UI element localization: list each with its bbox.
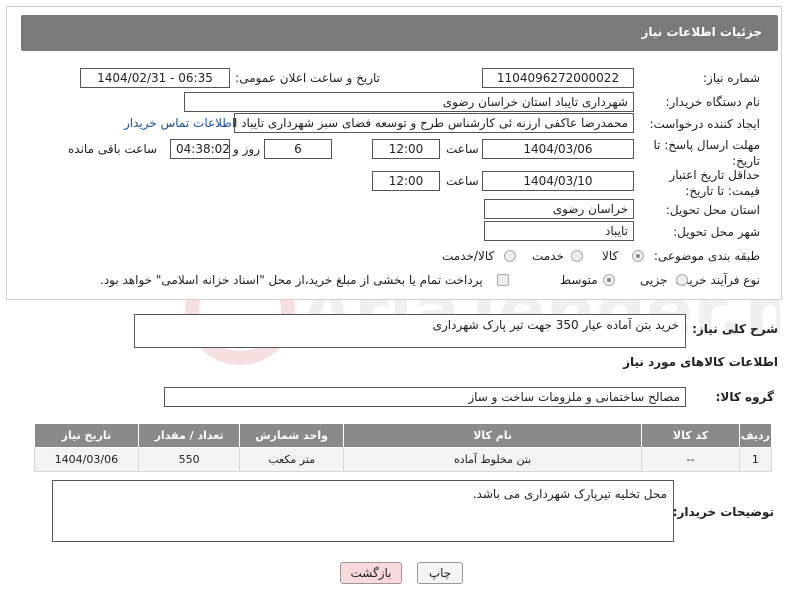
need-number-field[interactable]: 1104096272000022 [482,68,634,88]
days-field[interactable]: 6 [264,139,332,159]
goods-name-cell: بتن مخلوط آماده [342,447,643,472]
goods-table-header: ردیف کد کالا نام کالا واحد شمارش تعداد /… [34,423,773,448]
province-field[interactable]: خراسان رضوی [484,199,634,219]
print-button[interactable]: چاپ [417,562,463,584]
category-goods-service-label: کالا/خدمت [442,249,495,263]
category-service-radio[interactable] [571,250,583,262]
unit-cell: متر مکعب [239,447,344,472]
buyer-org-field[interactable]: شهرداری تایباد استان خراسان رضوی [184,92,634,112]
treasury-payment-checkbox[interactable] [497,274,509,286]
buyer-notes-label: توضیحات خریدار: [672,505,774,519]
goods-info-title: اطلاعات کالاهای مورد نیاز [623,355,778,369]
deadline-label: مهلت ارسال پاسخ: تا تاریخ: [653,138,760,168]
goods-group-label: گروه کالا: [715,390,774,404]
col-date-header: تاریخ نیاز [34,423,139,448]
creator-label: ایجاد کننده درخواست: [649,117,760,131]
panel-title: جزئیات اطلاعات نیاز [641,25,762,39]
deadline-time-field[interactable]: 12:00 [372,139,440,159]
summary-label: شرح کلی نیاز: [692,322,778,336]
col-row-header: ردیف [738,423,773,448]
buyer-notes-textarea[interactable]: محل تخلیه تیرپارک شهرداری می باشد. [52,480,674,542]
category-goods-label: کالا [602,249,619,263]
summary-text: خرید بتن آماده عیار 350 جهت تیر پارک شهر… [432,318,679,332]
need-date-cell: 1404/03/06 [34,447,139,472]
quantity-cell: 550 [137,447,241,472]
price-valid-date-field[interactable]: 1404/03/10 [482,171,634,191]
category-goods-radio[interactable] [632,250,644,262]
row-number-cell: 1 [738,447,773,472]
category-goods-service-radio[interactable] [504,250,516,262]
deadline-time-label: ساعت [446,142,479,156]
process-minor-radio[interactable] [676,274,688,286]
announce-label: تاریخ و ساعت اعلان عمومی: [235,71,380,85]
price-valid-label: حداقل تاریخ اعتبار قیمت: تا تاریخ: [669,168,760,198]
city-label: شهر محل تحویل: [673,225,760,239]
need-number-label: شماره نیاز: [703,71,760,85]
panel-header: جزئیات اطلاعات نیاز [21,15,778,51]
city-field[interactable]: تایباد [484,221,634,241]
col-code-header: کد کالا [641,423,740,448]
treasury-payment-note: پرداخت تمام یا بخشی از مبلغ خرید،از محل … [100,273,483,287]
province-label: استان محل تحویل: [665,203,760,217]
buyer-notes-text: محل تخلیه تیرپارک شهرداری می باشد. [472,487,667,501]
price-valid-time-field[interactable]: 12:00 [372,171,440,191]
days-label: روز و [233,142,260,156]
buyer-org-label: نام دستگاه خریدار: [665,95,761,109]
buyer-contact-link[interactable]: اطلاعات تماس خریدار [124,116,235,130]
col-unit-header: واحد شمارش [239,423,344,448]
category-label: طبقه بندی موضوعی: [653,249,760,263]
goods-code-cell: -- [641,447,740,472]
col-name-header: نام کالا [342,423,643,448]
back-button[interactable]: بازگشت [340,562,402,584]
remaining-label: ساعت باقی مانده [68,142,158,156]
deadline-date-field[interactable]: 1404/03/06 [482,139,634,159]
creator-field[interactable]: محمدرضا عاکفی ارزنه ئی کارشناس طرح و توس… [234,113,634,133]
goods-group-field[interactable]: مصالح ساختمانی و ملزومات ساخت و ساز [164,387,686,407]
process-medium-radio[interactable] [603,274,615,286]
summary-textarea[interactable]: خرید بتن آماده عیار 350 جهت تیر پارک شهر… [134,314,686,348]
process-minor-label: جزیی [640,273,668,287]
remaining-time-field[interactable]: 04:38:02 [170,139,230,159]
process-medium-label: متوسط [560,273,598,287]
col-qty-header: تعداد / مقدار [137,423,241,448]
announce-datetime-field[interactable]: 1404/02/31 - 06:35 [80,68,230,88]
table-row[interactable]: 1 -- بتن مخلوط آماده متر مکعب 550 1404/0… [34,447,773,472]
category-service-label: خدمت [532,249,564,263]
goods-table: ردیف کد کالا نام کالا واحد شمارش تعداد /… [34,423,773,472]
price-valid-time-label: ساعت [446,174,479,188]
